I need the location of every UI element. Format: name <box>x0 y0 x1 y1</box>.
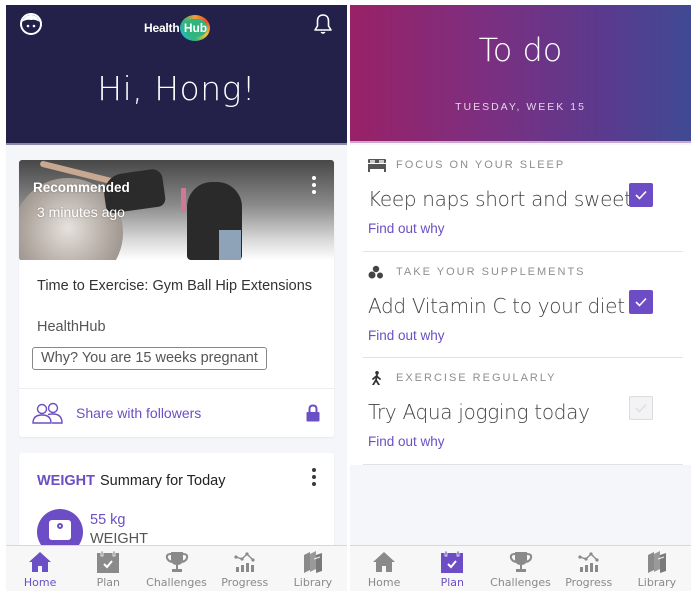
recommended-source: HealthHub <box>37 319 106 335</box>
recommended-card[interactable]: Recommended 3 minutes ago Time to Exerci… <box>19 160 334 437</box>
user-avatar-icon[interactable] <box>19 12 43 36</box>
task-item: FOCUS ON YOUR SLEEP Keep naps short and … <box>363 145 683 252</box>
find-out-why-link[interactable]: Find out why <box>368 434 445 449</box>
plan-date: TUESDAY, WEEK 15 <box>455 101 586 113</box>
task-category-label: EXERCISE REGULARLY <box>396 372 557 384</box>
tab-label: Plan <box>440 576 464 589</box>
tab-bar: Home Plan Challenges Progress Library <box>6 545 347 591</box>
task-title: Keep naps short and sweet <box>368 187 632 211</box>
tab-challenges[interactable]: Challenges <box>486 546 554 591</box>
task-checkbox[interactable] <box>629 396 653 420</box>
tab-library[interactable]: Library <box>279 546 347 591</box>
tab-bar: Home Plan Challenges Progress Library <box>350 545 691 591</box>
more-options-icon[interactable] <box>308 173 320 197</box>
task-category-label: FOCUS ON YOUR SLEEP <box>396 159 566 171</box>
checkmark-icon <box>635 297 647 307</box>
trophy-icon <box>165 552 188 572</box>
books-icon <box>303 551 322 573</box>
more-options-icon[interactable] <box>308 465 320 489</box>
home-screen: Health Hub Hi, Hong! Recommended 3 minut… <box>6 5 347 591</box>
task-category-label: TAKE YOUR SUPPLEMENTS <box>396 265 586 278</box>
logo-text-health: Health <box>144 21 180 35</box>
home-header: Health Hub Hi, Hong! <box>6 5 347 145</box>
plan-header: To do TUESDAY, WEEK 15 <box>350 5 691 143</box>
find-out-why-link[interactable]: Find out why <box>368 221 445 236</box>
tab-progress[interactable]: Progress <box>211 546 279 591</box>
home-icon <box>29 552 52 572</box>
greeting-title: Hi, Hong! <box>97 69 256 108</box>
tab-library[interactable]: Library <box>623 546 691 591</box>
tab-label: Library <box>637 576 677 589</box>
calendar-check-icon <box>97 550 120 573</box>
weight-card-header: WEIGHT Summary for Today <box>37 473 225 489</box>
exercise-image: Recommended 3 minutes ago <box>19 160 334 260</box>
share-with-followers-link[interactable]: Share with followers <box>76 405 201 421</box>
tab-plan[interactable]: Plan <box>418 546 486 591</box>
tab-label: Challenges <box>146 576 207 589</box>
tab-progress[interactable]: Progress <box>555 546 623 591</box>
task-item: TAKE YOUR SUPPLEMENTS Add Vitamin C to y… <box>363 252 683 358</box>
plan-screen: To do TUESDAY, WEEK 15 FOCUS ON YOUR SLE… <box>350 5 691 591</box>
task-category: FOCUS ON YOUR SLEEP <box>368 158 565 172</box>
task-list: FOCUS ON YOUR SLEEP Keep naps short and … <box>350 145 691 465</box>
task-category: EXERCISE REGULARLY <box>368 371 557 385</box>
plan-title: To do <box>478 31 563 69</box>
pills-icon <box>368 265 383 278</box>
chart-icon <box>578 552 599 572</box>
weight-tag: WEIGHT <box>37 473 95 489</box>
healthhub-logo: Health Hub <box>144 14 211 42</box>
tab-plan[interactable]: Plan <box>74 546 142 591</box>
tab-home[interactable]: Home <box>6 546 74 591</box>
checkmark-icon <box>635 404 647 413</box>
share-row: Share with followers <box>19 388 334 437</box>
walking-icon <box>372 371 381 385</box>
task-checkbox[interactable] <box>629 183 653 207</box>
recommended-time: 3 minutes ago <box>37 204 125 220</box>
tab-label: Library <box>293 576 333 589</box>
logo-text-hub: Hub <box>183 21 208 35</box>
find-out-why-link[interactable]: Find out why <box>368 328 445 343</box>
logo-hub-badge: Hub <box>180 15 211 41</box>
weight-value: 55 kg <box>90 512 126 528</box>
tab-label: Home <box>23 576 57 589</box>
tab-challenges[interactable]: Challenges <box>142 546 210 591</box>
tab-label: Progress <box>221 576 269 589</box>
bed-icon <box>368 159 386 172</box>
checkmark-icon <box>635 190 647 200</box>
weight-card-title: Summary for Today <box>100 473 226 489</box>
reason-chip[interactable]: Why? You are 15 weeks pregnant <box>32 347 267 370</box>
lock-icon[interactable] <box>306 404 320 422</box>
chart-icon <box>234 552 255 572</box>
tab-home[interactable]: Home <box>350 546 418 591</box>
recommended-badge: Recommended <box>33 180 130 195</box>
recommended-title[interactable]: Time to Exercise: Gym Ball Hip Extension… <box>37 277 317 295</box>
tab-label: Home <box>367 576 401 589</box>
calendar-check-icon <box>441 550 464 573</box>
tab-label: Progress <box>565 576 613 589</box>
followers-icon[interactable] <box>32 402 64 424</box>
task-checkbox[interactable] <box>629 289 653 314</box>
task-item: EXERCISE REGULARLY Try Aqua jogging toda… <box>363 358 683 465</box>
tab-label: Plan <box>96 576 120 589</box>
task-title: Add Vitamin C to your diet <box>368 293 625 318</box>
books-icon <box>647 551 666 573</box>
tab-label: Challenges <box>490 576 551 589</box>
home-icon <box>373 552 396 572</box>
trophy-icon <box>509 552 532 572</box>
task-title: Try Aqua jogging today <box>368 400 590 424</box>
task-category: TAKE YOUR SUPPLEMENTS <box>368 265 586 279</box>
bell-icon[interactable] <box>311 12 335 36</box>
